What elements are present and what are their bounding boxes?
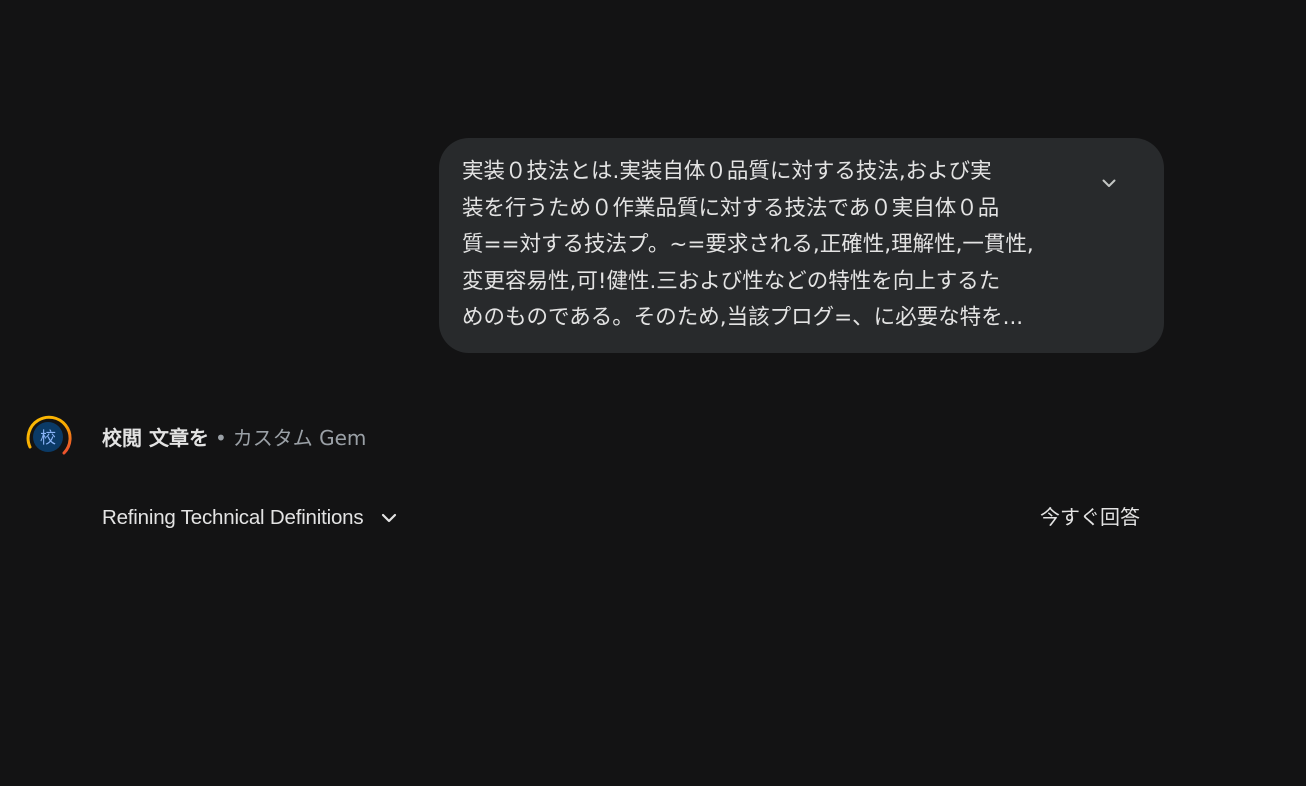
separator-dot: • [214,426,227,450]
expand-message-button[interactable] [1094,168,1124,198]
gem-type-label: カスタム Gem [232,426,367,450]
user-message-line: 実装０技法とは.実装自体０品質に対する技法,および実 [462,159,992,184]
gem-avatar: 校 [24,413,72,461]
gem-name: 校閲 文章を [102,426,209,450]
user-message-line: 変更容易性,可!健性.三および性などの特性を向上するた [462,268,1001,294]
gem-avatar-glyph: 校 [40,428,56,447]
thinking-toggle[interactable]: Refining Technical Definitions [102,503,401,533]
user-message-bubble: 実装０技法とは.実装自体０品質に対する技法,および実 装を行うため０作業品質に対… [439,138,1164,353]
chevron-down-icon [377,506,401,530]
gem-header: 校閲 文章を • カスタム Gem [102,424,366,452]
user-message-line: 質==対する技法プ。~=要求される,正確性,理解性,一貫性, [462,232,1034,257]
user-message-line: めのものである。そのため,当該プログ=、に必要な特を... [462,305,1024,330]
chat-page: 実装０技法とは.実装自体０品質に対する技法,および実 装を行うため０作業品質に対… [0,0,1306,786]
thinking-title: Refining Technical Definitions [102,506,364,529]
user-message-text: 実装０技法とは.実装自体０品質に対する技法,および実 装を行うため０作業品質に対… [462,154,1084,337]
answer-now-button[interactable]: 今すぐ回答 [1040,502,1140,532]
chevron-down-icon [1102,179,1116,187]
user-message-line: 装を行うため０作業品質に対する技法であ０実自体０品 [462,195,1000,221]
